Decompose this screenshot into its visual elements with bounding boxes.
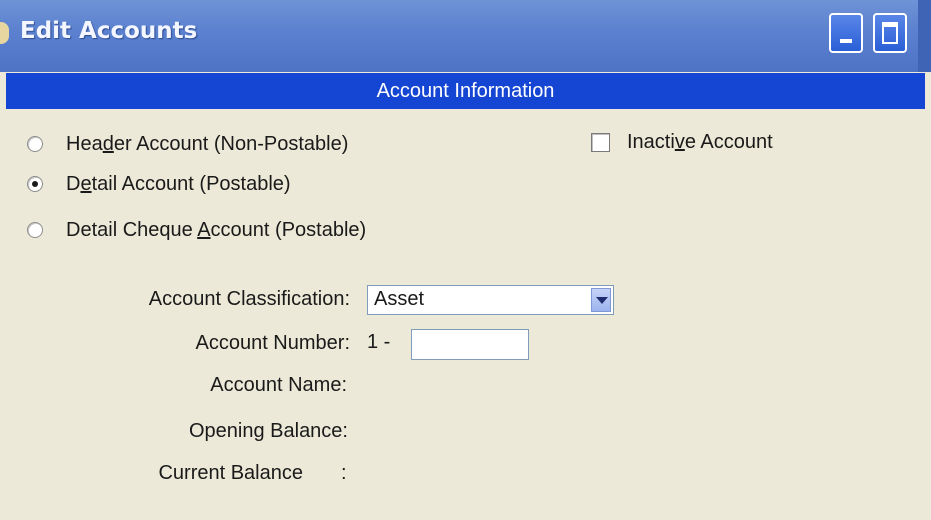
account-number-input[interactable] xyxy=(411,329,529,360)
account-classification-label: Account Classification: xyxy=(148,288,350,310)
header-account-label: Header Account (Non-Postable) xyxy=(66,132,349,155)
section-header: Account Information xyxy=(6,73,925,109)
account-classification-value: Asset xyxy=(374,288,425,310)
current-balance-colon: : xyxy=(341,462,347,484)
detail-account-label: Detail Account (Postable) xyxy=(66,172,291,195)
account-classification-select[interactable]: Asset xyxy=(367,285,614,315)
detail-account-radio[interactable] xyxy=(27,176,43,192)
account-number-label: Account Number: xyxy=(195,332,350,354)
detail-cheque-account-label: Detail Cheque Account (Postable) xyxy=(66,218,367,241)
maximize-icon xyxy=(882,22,898,44)
window-title: Edit Accounts xyxy=(20,18,198,44)
title-bar-edge xyxy=(918,0,931,72)
chevron-down-icon xyxy=(596,297,608,304)
title-bar[interactable]: Edit Accounts xyxy=(0,0,931,72)
header-account-radio[interactable] xyxy=(27,136,43,152)
header-account-option[interactable]: Header Account (Non-Postable) xyxy=(27,130,348,158)
detail-cheque-account-radio[interactable] xyxy=(27,222,43,238)
app-icon[interactable] xyxy=(0,22,9,44)
inactive-account-label: Inactive Account xyxy=(627,130,773,153)
account-number-prefix: 1 - xyxy=(367,331,391,353)
inactive-account-option[interactable]: Inactive Account xyxy=(591,128,773,156)
detail-account-option[interactable]: Detail Account (Postable) xyxy=(27,170,291,198)
dropdown-button[interactable] xyxy=(591,288,611,312)
detail-cheque-account-option[interactable]: Detail Cheque Account (Postable) xyxy=(27,216,366,244)
maximize-button[interactable] xyxy=(873,13,907,53)
minimize-icon xyxy=(840,39,852,43)
account-name-label: Account Name: xyxy=(210,374,347,396)
minimize-button[interactable] xyxy=(829,13,863,53)
inactive-account-checkbox[interactable] xyxy=(591,132,610,152)
current-balance-label: Current Balance xyxy=(158,462,303,484)
opening-balance-label: Opening Balance: xyxy=(188,420,348,442)
